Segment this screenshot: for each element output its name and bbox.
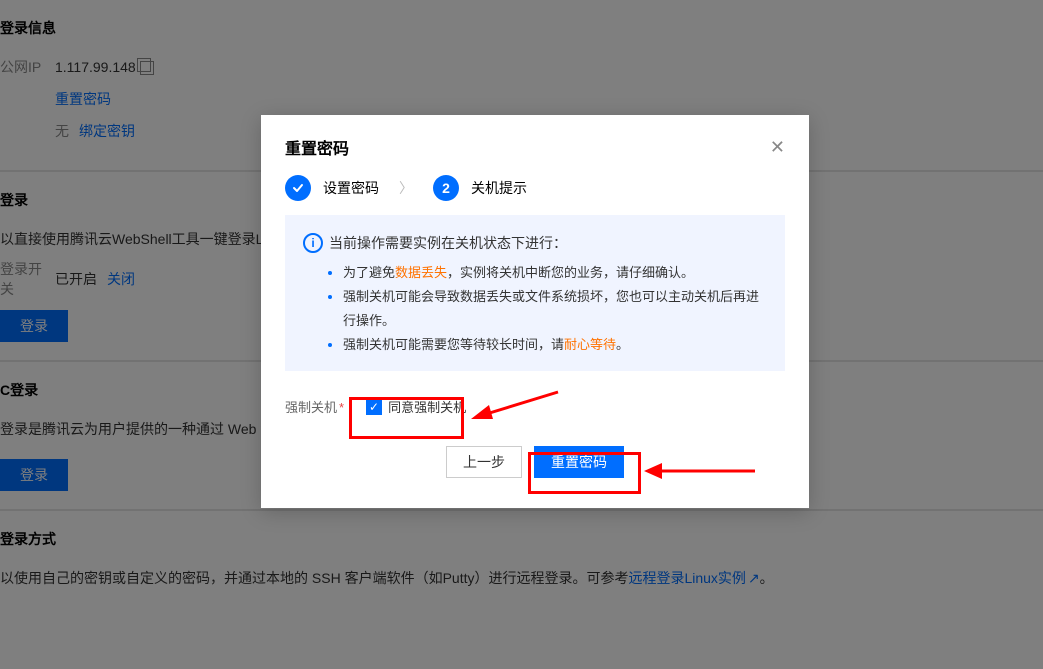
modal-title: 重置密码 bbox=[285, 135, 349, 159]
reset-password-submit-button[interactable]: 重置密码 bbox=[534, 446, 624, 478]
step-2-badge: 2 bbox=[433, 175, 459, 201]
agree-force-shutdown-label: 同意强制关机 bbox=[388, 397, 466, 416]
alert-bullet-3: 强制关机可能需要您等待较长时间，请耐心等待。 bbox=[343, 333, 767, 357]
force-shutdown-label: 强制关机* bbox=[285, 397, 344, 416]
chevron-right-icon: 〉 bbox=[399, 178, 413, 198]
step-1-badge bbox=[285, 175, 311, 201]
previous-step-button[interactable]: 上一步 bbox=[446, 446, 522, 478]
reset-password-modal: 重置密码 ✕ 设置密码 〉 2 关机提示 i 当前操作需要实例在关机状态下进行：… bbox=[261, 115, 809, 508]
alert-bullet-2: 强制关机可能会导致数据丢失或文件系统损坏，您也可以主动关机后再进行操作。 bbox=[343, 285, 767, 333]
info-icon: i bbox=[303, 233, 323, 253]
shutdown-warning-box: i 当前操作需要实例在关机状态下进行： 为了避免数据丢失，实例将关机中断您的业务… bbox=[285, 215, 785, 371]
close-icon[interactable]: ✕ bbox=[770, 138, 785, 156]
checkbox-checked-icon[interactable]: ✓ bbox=[366, 399, 382, 415]
step-1-label: 设置密码 bbox=[323, 178, 379, 198]
step-2-label: 关机提示 bbox=[471, 178, 527, 198]
agree-force-shutdown-field[interactable]: ✓ 同意强制关机 bbox=[358, 391, 474, 422]
step-indicator: 设置密码 〉 2 关机提示 bbox=[261, 173, 809, 215]
alert-heading: 当前操作需要实例在关机状态下进行： bbox=[329, 233, 767, 253]
alert-bullet-1: 为了避免数据丢失，实例将关机中断您的业务，请仔细确认。 bbox=[343, 261, 767, 285]
